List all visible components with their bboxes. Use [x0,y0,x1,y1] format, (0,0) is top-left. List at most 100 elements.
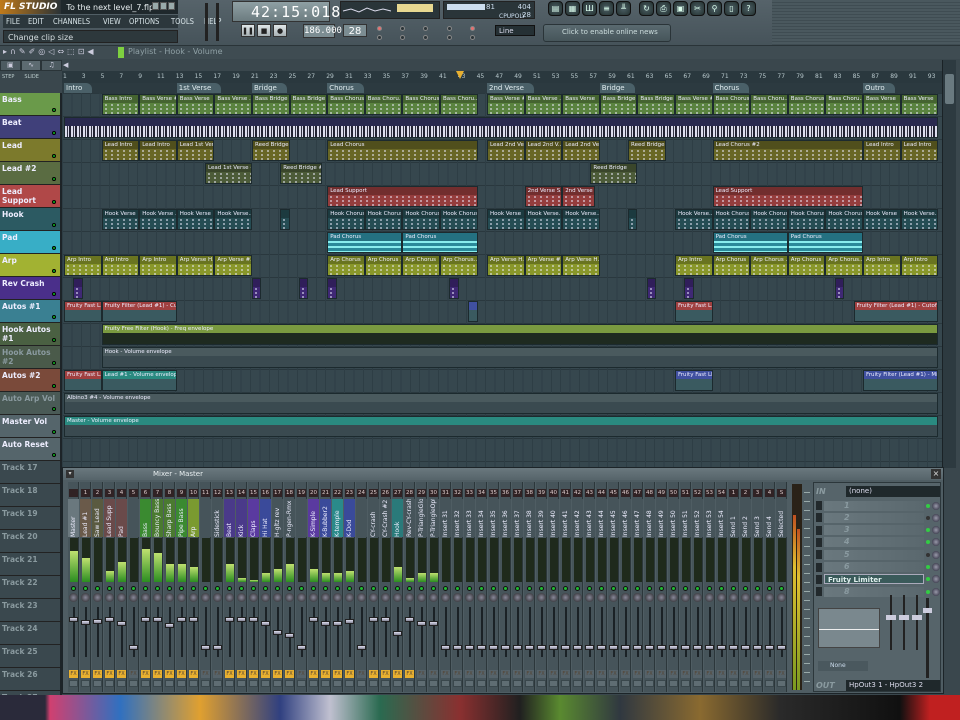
route-button[interactable] [681,680,690,687]
route-button[interactable] [393,680,402,687]
strip-enable-led[interactable] [167,586,172,591]
pan-knob[interactable] [657,593,666,602]
mixer-strip[interactable]: 47 Insert 47 FX [632,482,643,692]
route-button[interactable] [321,680,330,687]
fx-button[interactable]: FX [753,670,762,678]
volume-fader[interactable] [741,645,750,651]
route-button[interactable] [477,680,486,687]
strip-enable-led[interactable] [443,586,448,591]
scroll-left-icon[interactable]: ◀ [63,61,68,69]
route-button[interactable] [129,680,138,687]
mixer-strip[interactable]: 13 Beat FX [224,482,235,692]
playlist-clip[interactable]: Arp Chorus ... [364,255,403,276]
undo-icon[interactable]: ↻ [639,1,654,16]
slot-mix-knob[interactable] [932,587,940,596]
volume-fader-track[interactable] [349,607,351,657]
timeline-marker[interactable]: Chorus [712,83,750,93]
playlist-clip[interactable] [628,209,638,230]
pan-knob[interactable] [417,593,426,602]
route-button[interactable] [489,680,498,687]
track-mute-led[interactable] [52,384,56,388]
mixer-strip[interactable]: 24 FX [356,482,367,692]
playlist-clip[interactable]: Arp Chorus ... [750,255,788,276]
playlist-clip[interactable]: Arp Chorus [787,255,826,276]
export-icon[interactable]: ⎙ [656,1,671,16]
pan-knob[interactable] [621,593,630,602]
track-header[interactable]: Auto Arp Vol [0,392,62,415]
mixer-strip[interactable]: 22 K-temple FX [332,482,343,692]
track-header[interactable]: Track 26 [0,668,62,691]
mixer-strip[interactable]: 53 Insert 53 FX [704,482,715,692]
fx-button[interactable]: FX [321,670,330,678]
slice-tool-icon[interactable]: ⇔ [57,47,64,56]
mixer-strip[interactable]: 4 Pad FX [116,482,127,692]
metronome-toggle[interactable] [377,35,382,40]
route-button[interactable] [453,680,462,687]
volume-fader[interactable] [81,620,90,626]
volume-fader[interactable] [261,621,270,627]
fx-button[interactable]: FX [117,670,126,678]
playlist-clip[interactable]: Arp Intro [139,255,177,276]
playlist-clip[interactable]: Arp Verse #3 [214,255,252,276]
volume-fader[interactable] [417,621,426,627]
pan-knob[interactable] [369,593,378,602]
fx-button[interactable]: FX [333,670,342,678]
pan-knob[interactable] [321,593,330,602]
mixer-strip[interactable]: Master FX [68,482,79,692]
menu-arrow-icon[interactable]: ▸ [3,47,7,56]
playlist-clip[interactable]: Bass Bridge ... [637,94,675,115]
strip-enable-led[interactable] [431,586,436,591]
mixer-strip[interactable]: 51 Insert 51 FX [680,482,691,692]
volume-fader-track[interactable] [325,607,327,657]
playlist-clip[interactable]: Arp Chorus... [825,255,863,276]
volume-fader[interactable] [345,619,354,624]
punch-toggle[interactable] [447,35,452,40]
playlist-clip[interactable]: Lead Chorus [327,140,478,161]
route-button[interactable] [633,680,642,687]
playlist-clip[interactable]: Reed Bridge #3 [628,140,666,161]
strip-enable-led[interactable] [131,586,136,591]
mixer-strip[interactable]: 37 Insert 37 FX [512,482,523,692]
playlist-clip[interactable]: Arp Verse H... [176,255,215,276]
route-button[interactable] [153,680,162,687]
select-tool-icon[interactable]: ⬚ [67,47,75,56]
playlist-clip[interactable]: Bass Verse ... [524,94,563,115]
volume-fader[interactable] [705,645,714,651]
delete-tool-icon[interactable]: ◎ [38,47,45,56]
stop-button[interactable]: ■ [257,24,271,37]
pan-knob[interactable] [201,593,210,602]
effect-slot[interactable]: Fruity Limiter [816,574,940,585]
fx-button[interactable]: FX [309,670,318,678]
online-news-panel[interactable]: Click to enable online news [543,24,671,42]
mixer-strip[interactable]: 2 Send 2 FX [740,482,751,692]
playlist-clip[interactable]: Fruity Free Filter (Hook) - Freq envelop… [101,324,939,345]
pan-knob[interactable] [261,593,270,602]
slot-enable-led[interactable] [926,589,930,594]
playlist-clip[interactable]: Lead Intro [139,140,177,161]
menu-file[interactable]: FILE [6,17,20,26]
volume-fader-track[interactable] [409,607,411,657]
route-button[interactable] [597,680,606,687]
route-button[interactable] [225,680,234,687]
playlist-clip[interactable]: Bass Chorus [402,94,440,115]
playlist-clip[interactable]: Arp Intro [101,255,140,276]
strip-enable-led[interactable] [203,586,208,591]
mixer-strip[interactable]: 48 Insert 48 FX [644,482,655,692]
route-button[interactable] [285,680,294,687]
strip-enable-led[interactable] [191,586,196,591]
pan-knob[interactable] [645,593,654,602]
strip-enable-led[interactable] [491,586,496,591]
volume-fader[interactable] [681,645,690,651]
mixer-close-icon[interactable]: × [931,469,941,479]
pan-knob[interactable] [669,593,678,602]
pan-knob[interactable] [141,593,150,602]
mixer-strip[interactable]: 16 Hi Hat FX [260,482,271,692]
volume-fader-track[interactable] [421,607,423,657]
route-button[interactable] [429,680,438,687]
track-mute-led[interactable] [52,407,56,411]
playlist-clip[interactable] [327,278,337,299]
mixer-strip[interactable]: 12 Sidestick FX [212,482,223,692]
magnet-icon[interactable]: ∩ [10,47,16,56]
volume-fader[interactable] [357,645,366,651]
playlist-clip[interactable]: Bass Verse #2 [139,94,177,115]
